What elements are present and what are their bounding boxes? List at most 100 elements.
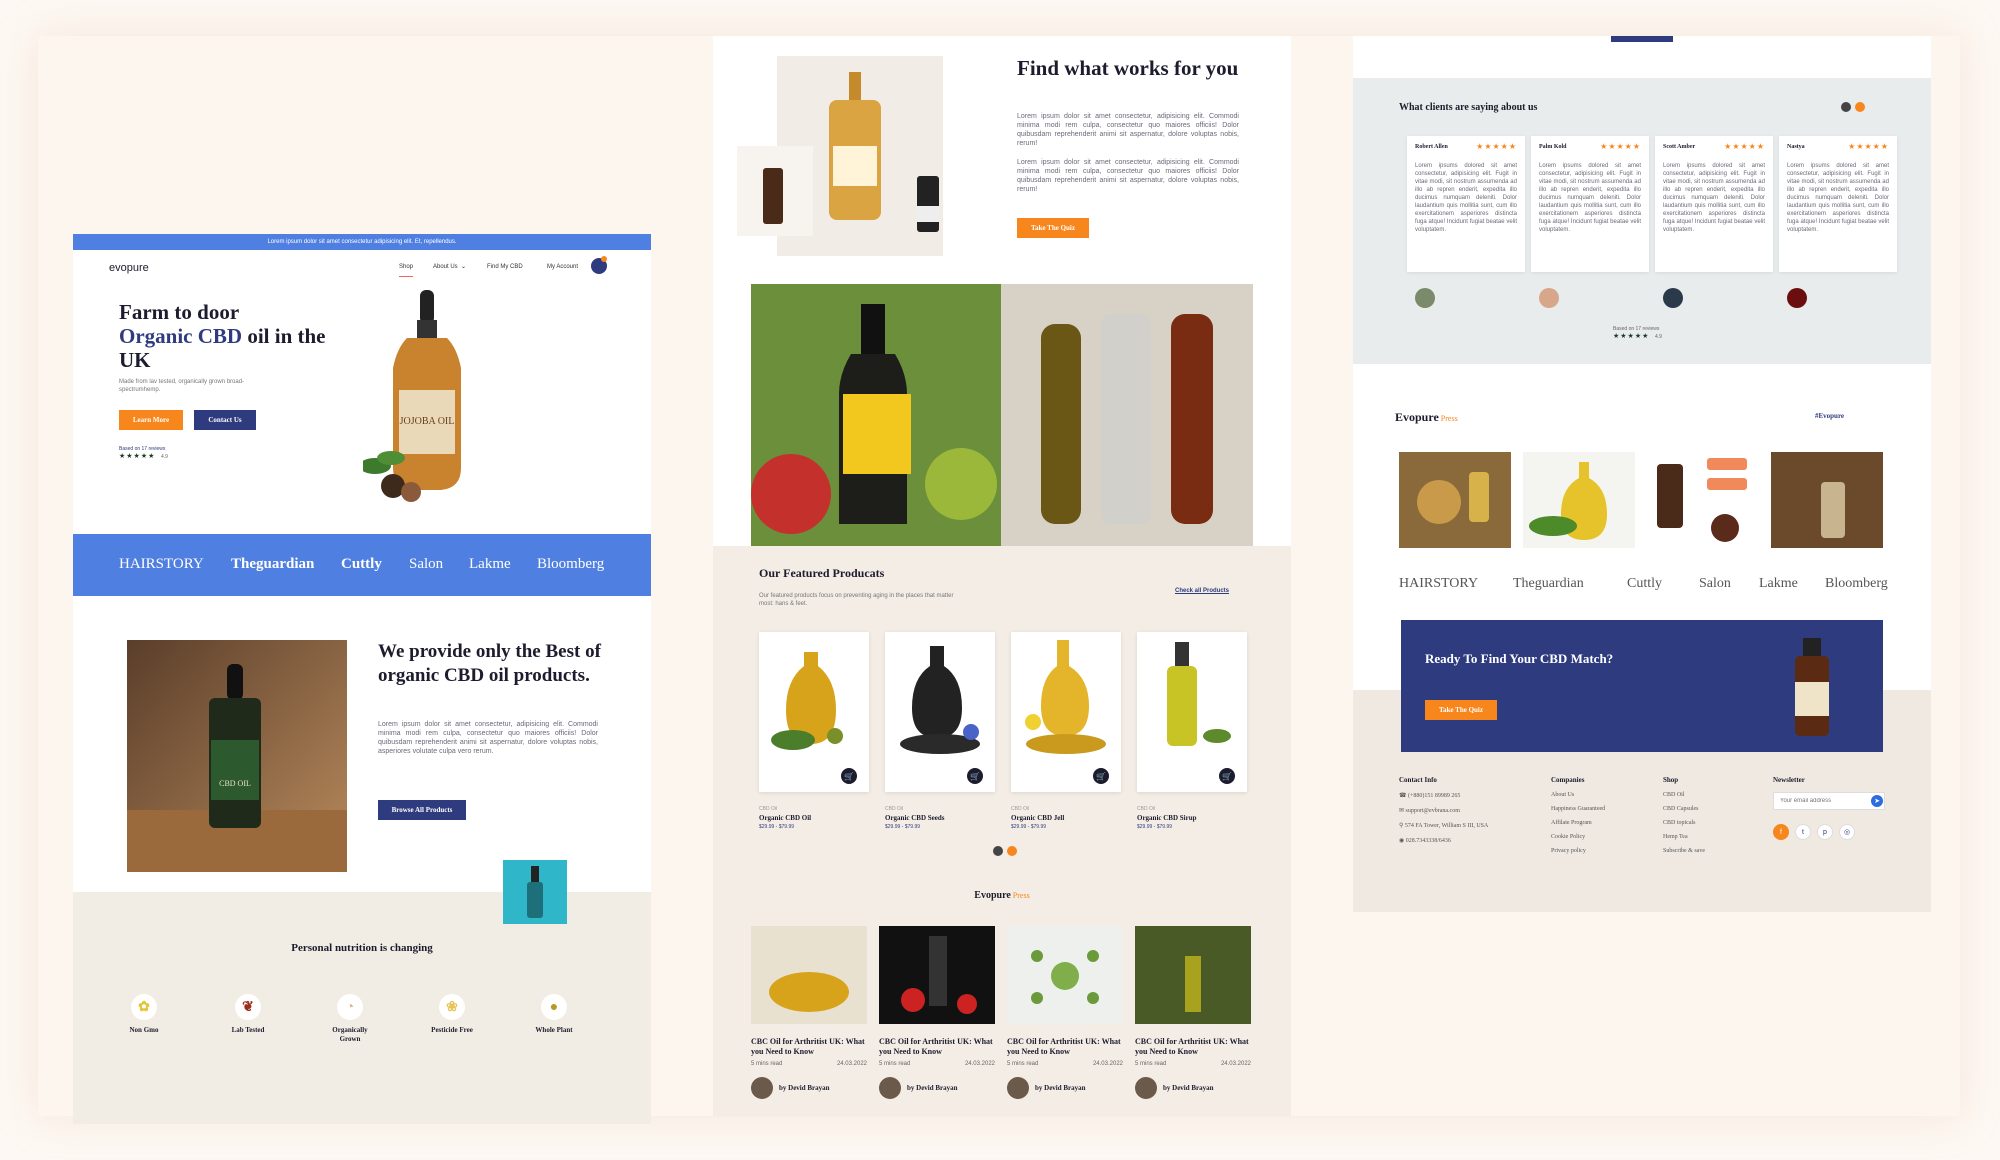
blog-card-1[interactable]: CBC Oil for Arthritist UK: What you Need… <box>751 926 867 1099</box>
black-seed-oil-image <box>900 646 980 754</box>
avatar <box>1135 1077 1157 1099</box>
avatar <box>1007 1077 1029 1099</box>
product-card-oil[interactable]: 🛒 <box>759 632 869 792</box>
testimonial-card-2: Palm Kold ★★★★★ Lorem ipsums dolored sit a… <box>1531 136 1649 272</box>
olive-icon: ● <box>541 994 567 1020</box>
footer-link[interactable]: CBD Oil <box>1663 792 1705 798</box>
mustard-oil-image <box>1025 640 1106 754</box>
featured-title: Our Featured Producats <box>759 566 885 580</box>
footer-link[interactable]: Privacy policy <box>1551 848 1605 854</box>
email-text[interactable]: ✉ support@evbrana.com <box>1399 807 1488 814</box>
footer-link[interactable]: About Us <box>1551 792 1605 798</box>
footer-link[interactable]: CBD Capsules <box>1663 806 1705 812</box>
footer-link[interactable]: Cookie Policy <box>1551 834 1605 840</box>
product-card-jell[interactable]: 🛒 <box>1011 632 1121 792</box>
fax-text: ◉ 028.7343338/6436 <box>1399 838 1451 844</box>
nutrition-title: Personal nutrition is changing <box>291 942 433 954</box>
nav-find-my-cbd[interactable]: Find My CBD <box>487 264 523 270</box>
blog-image-tomatoes <box>879 926 995 1024</box>
instagram-icon[interactable]: ◎ <box>1839 824 1855 840</box>
testimonial-card-1: Robert Allen ★★★★★ Lorem ipsums dolored si… <box>1407 136 1525 272</box>
find-paragraph-1: Lorem ipsum dolor sit amet consectetur, … <box>1017 113 1239 147</box>
facebook-icon[interactable]: f <box>1773 824 1789 840</box>
product-meta-3: CBD Oil Organic CBD Jell $29.99 - $79.99 <box>1011 806 1065 830</box>
avatar <box>1415 288 1435 308</box>
leaf-icon: ❦ <box>235 994 261 1020</box>
footer-link[interactable]: CBD topicals <box>1663 820 1705 826</box>
product-meta-4: CBD Oil Organic CBD Sirup $29.99 - $79.99 <box>1137 806 1197 830</box>
footer-contact: Contact Info ☎ (+880)151 89989 265 ✉ sup… <box>1399 776 1489 844</box>
instagram-hashtag-link[interactable]: #Evopure <box>1815 412 1844 420</box>
product-meta-1: CBD Oil Organic CBD Oil $29.99 - $79.99 <box>759 806 812 830</box>
logo[interactable]: evopure <box>109 262 149 274</box>
testimonial-card-4: Nastya ★★★★★ Lorem ipsums dolored sit amet… <box>1779 136 1897 272</box>
check-all-products-link[interactable]: Check all Products <box>1175 588 1229 594</box>
hero-title: Farm to door Organic CBD oil in the UK <box>119 300 326 372</box>
fax-icon: ◉ <box>1399 838 1406 844</box>
browse-all-products-button[interactable]: Browse All Products <box>378 800 466 820</box>
press-heading: Evopure Press <box>1395 410 1458 424</box>
brand-theguardian: Theguardian <box>1513 576 1584 591</box>
blog-card-3[interactable]: CBC Oil for Arthritist UK: What you Need… <box>1007 926 1123 1099</box>
svg-text:JOJOBA OIL: JOJOBA OIL <box>400 416 455 427</box>
carousel-prev-icon[interactable] <box>993 846 1003 856</box>
rating-value: 4.9 <box>161 454 168 460</box>
testimonial-prev-icon[interactable] <box>1841 102 1851 112</box>
product-card-seeds[interactable]: 🛒 <box>885 632 995 792</box>
pinterest-icon[interactable]: p <box>1817 824 1833 840</box>
brand-lakme: Lakme <box>469 556 511 572</box>
brand-bloomberg: Bloomberg <box>537 556 605 572</box>
flower-icon: ✿ <box>131 994 157 1020</box>
nav-my-account[interactable]: My Account <box>547 264 578 270</box>
avatar <box>1787 288 1807 308</box>
feature-pesticide-free: ❀ Pesticide Free <box>427 994 477 1035</box>
feature-lab-tested: ❦ Lab Tested <box>223 994 273 1035</box>
press-heading: Evopure Press <box>974 890 1030 901</box>
footer-link[interactable]: Affilate Program <box>1551 820 1605 826</box>
newsletter-email-input[interactable] <box>1773 792 1885 810</box>
olive-oil-bottle-image <box>1167 642 1231 746</box>
contact-us-button[interactable]: Contact Us <box>194 410 256 430</box>
footer-link[interactable]: Subscribe & save <box>1663 848 1705 854</box>
phone-text[interactable]: ☎ (+880)151 89989 265 <box>1399 792 1488 799</box>
testimonials-title: What clients are saying about us <box>1399 102 1538 113</box>
press-image-seeds <box>1399 452 1511 548</box>
find-products-image <box>737 56 943 256</box>
testimonial-next-icon[interactable] <box>1855 102 1865 112</box>
find-what-works-title: Find what works for you <box>1017 56 1239 80</box>
add-to-cart-icon[interactable]: 🛒 <box>1093 768 1109 784</box>
product-meta-2: CBD Oil Organic CBD Seeds $29.99 - $79.99 <box>885 806 945 830</box>
send-icon[interactable]: ➤ <box>1871 795 1883 807</box>
footer-link[interactable]: Hemp Tea <box>1663 834 1705 840</box>
phone-icon: ☎ <box>1399 793 1408 799</box>
brand-theguardian: Theguardian <box>231 556 315 572</box>
footer-link[interactable]: Happiness Guaranteed <box>1551 806 1605 812</box>
olive-oil-bottles-image <box>751 284 1253 546</box>
footer-shop: Shop CBD Oil CBD Capsules CBD topicals H… <box>1663 776 1705 854</box>
add-to-cart-icon[interactable]: 🛒 <box>1219 768 1235 784</box>
cinnamon-oil-bottle-image <box>1795 638 1829 736</box>
add-to-cart-icon[interactable]: 🛒 <box>967 768 983 784</box>
homepage-panel: Lorem ipsum dolor sit amet consectetur a… <box>73 234 651 1124</box>
brand-salon: Salon <box>409 556 444 572</box>
brand-hairstory: HAIRSTORY <box>119 556 204 572</box>
product-card-sirup[interactable]: 🛒 <box>1137 632 1247 792</box>
take-quiz-button[interactable]: Take The Quiz <box>1425 700 1497 720</box>
press-image-dropper <box>1771 452 1883 548</box>
brand-cuttly: Cuttly <box>341 556 382 572</box>
cta-title: Ready To Find Your CBD Match? <box>1425 651 1614 666</box>
add-to-cart-icon[interactable]: 🛒 <box>841 768 857 784</box>
blog-card-4[interactable]: CBC Oil for Arthritist UK: What you Need… <box>1135 926 1251 1099</box>
twitter-icon[interactable]: t <box>1795 824 1811 840</box>
nav-about[interactable]: About Us <box>433 264 458 270</box>
provide-body: Lorem ipsum dolor sit amet consectetur, … <box>378 721 598 755</box>
avatar <box>1539 288 1559 308</box>
learn-more-button[interactable]: Learn More <box>119 410 183 430</box>
take-quiz-button[interactable]: Take The Quiz <box>1017 218 1089 238</box>
provide-title: We provide only the Best of organic CBD … <box>378 641 601 686</box>
cbd-oil-product-image: CBD OIL <box>127 640 347 872</box>
feature-non-gmo: ✿ Non Gmo <box>119 994 169 1035</box>
carousel-next-icon[interactable] <box>1007 846 1017 856</box>
nav-shop[interactable]: Shop <box>399 264 414 277</box>
blog-card-2[interactable]: CBC Oil for Arthritist UK: What you Need… <box>879 926 995 1099</box>
